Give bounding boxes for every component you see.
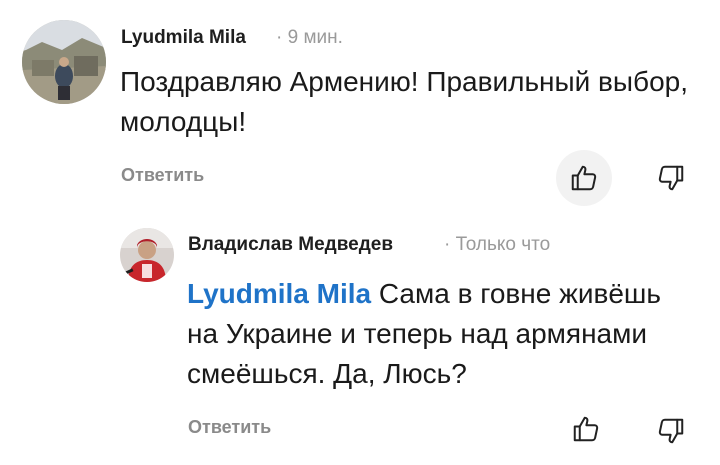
thumbs-up-icon	[573, 416, 599, 442]
thumbs-down-icon	[658, 418, 684, 444]
comment-timestamp: 9 мин.	[287, 27, 343, 48]
dislike-button[interactable]	[648, 155, 694, 201]
mention-link[interactable]: Lyudmila Mila	[187, 278, 371, 309]
comment-time: · 9 мин.	[276, 27, 343, 49]
comment-time: · Только что	[444, 234, 550, 256]
comment-1: Lyudmila Mila · 9 мин. Поздравляю Армени…	[0, 0, 720, 210]
like-button[interactable]	[563, 406, 609, 452]
reply-button[interactable]: Ответить	[121, 165, 204, 186]
like-button[interactable]	[556, 150, 612, 206]
thumbs-up-icon	[571, 165, 597, 191]
comment-timestamp: Только что	[455, 234, 551, 255]
avatar[interactable]	[120, 228, 174, 282]
thumbs-down-icon	[658, 165, 684, 191]
dislike-button[interactable]	[648, 408, 694, 454]
comment-text: Lyudmila Mila Сама в говне живёшь на Укр…	[187, 274, 687, 394]
comment-2: Владислав Медведев · Только что Lyudmila…	[0, 210, 720, 465]
comment-text: Поздравляю Армению! Правильный выбор, мо…	[120, 66, 689, 137]
meta-separator: ·	[444, 234, 451, 255]
meta-separator: ·	[276, 27, 283, 48]
comment-author[interactable]: Lyudmila Mila	[121, 27, 246, 49]
reply-button[interactable]: Ответить	[188, 417, 271, 438]
avatar[interactable]	[22, 20, 106, 104]
comment-author[interactable]: Владислав Медведев	[188, 234, 393, 256]
